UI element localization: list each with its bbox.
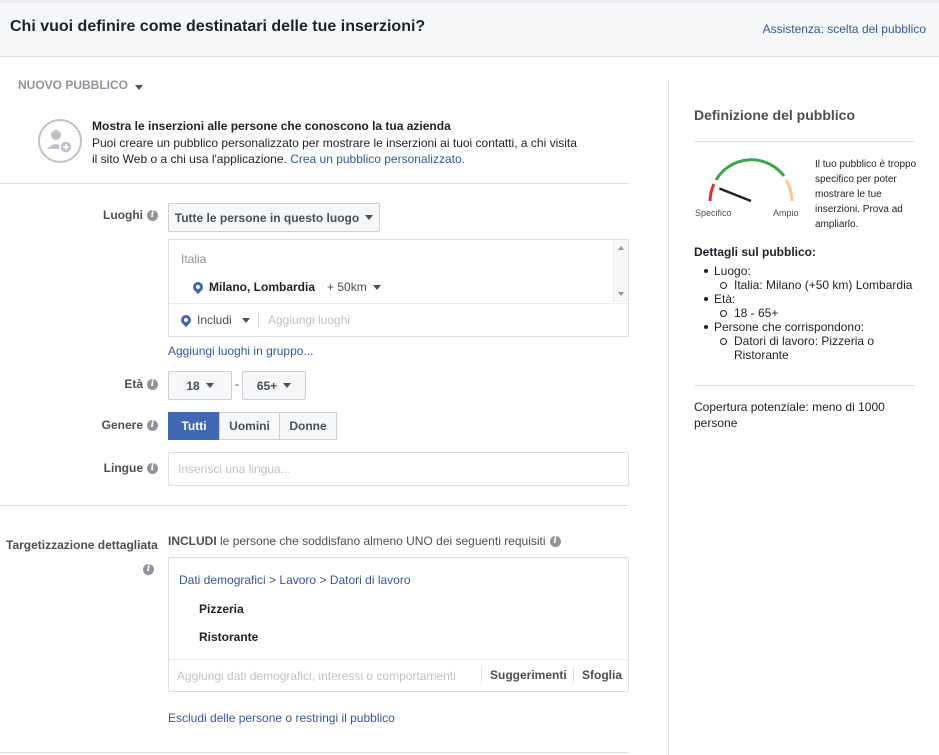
locations-type-value: Tutte le persone in questo luogo xyxy=(174,210,360,225)
breadcrumb-separator: > xyxy=(319,573,327,587)
age-label-text: Età xyxy=(124,377,143,391)
detail-location-value: Italia: Milano (+50 km) Lombardia xyxy=(704,278,914,292)
gender-label-text: Genere xyxy=(101,418,143,432)
age-min-dropdown[interactable]: 18 xyxy=(168,371,232,400)
breadcrumb-demographics[interactable]: Dati demografici xyxy=(179,573,266,587)
audience-selector[interactable]: NUOVO PUBBLICO xyxy=(18,78,128,92)
narrow-audience-link[interactable]: restringi il pubblico xyxy=(295,711,394,725)
breadcrumb-employers[interactable]: Datori di lavoro xyxy=(330,573,411,587)
column-divider xyxy=(668,80,669,755)
potential-reach: Copertura potenziale: meno di 1000 perso… xyxy=(694,400,885,430)
detailed-targeting-label: Targetizzazione dettagliata xyxy=(6,538,158,552)
detail-age: Età: xyxy=(704,292,914,306)
scrollbar[interactable] xyxy=(613,240,628,302)
include-criteria-text: INCLUDI le persone che soddisfano almeno… xyxy=(168,534,561,548)
chevron-down-icon xyxy=(365,215,374,220)
divider xyxy=(169,659,628,660)
age-max-dropdown[interactable]: 65+ xyxy=(242,371,306,400)
browse-button[interactable]: Sfoglia xyxy=(582,668,622,682)
gauge-needle xyxy=(718,187,752,203)
chevron-down-icon xyxy=(283,383,292,388)
location-pin-icon xyxy=(190,279,206,295)
gauge-description: Il tuo pubblico è troppo specifico per p… xyxy=(815,159,917,230)
custom-audience-text: Puoi creare un pubblico personalizzato p… xyxy=(92,135,602,167)
page-title: Chi vuoi definire come destinatari delle… xyxy=(10,18,426,35)
divider xyxy=(0,505,629,506)
gender-option-women[interactable]: Donne xyxy=(279,412,337,440)
info-icon[interactable]: i xyxy=(143,564,154,575)
exclude-people-link[interactable]: Escludi delle persone xyxy=(168,711,282,725)
breadcrumb-separator: > xyxy=(269,573,277,587)
divider xyxy=(694,385,915,386)
age-max-value: 65+ xyxy=(256,378,278,393)
info-icon[interactable]: i xyxy=(147,420,158,432)
detail-matching-value: Datori di lavoro: Pizzeria o Ristorante xyxy=(704,334,914,362)
targeting-search-input[interactable]: Aggiungi dati demografici, interessi o c… xyxy=(177,669,456,683)
age-label: Età i xyxy=(60,377,158,391)
divider xyxy=(0,183,629,184)
gauge-left-label: Specifico xyxy=(695,208,732,218)
sidebar-title: Definizione del pubblico xyxy=(694,107,855,123)
custom-audience-icon xyxy=(38,119,82,163)
details-title: Dettagli sul pubblico: xyxy=(694,245,816,259)
detail-location: Luogo: xyxy=(704,264,914,278)
scroll-down-icon[interactable] xyxy=(618,292,624,296)
language-placeholder: Inserisci una lingua... xyxy=(178,462,291,476)
info-icon[interactable]: i xyxy=(147,210,158,222)
targeting-breadcrumb: Dati demografici > Lavoro > Datori di la… xyxy=(179,573,411,587)
custom-audience-body-1: Puoi creare un pubblico personalizzato p… xyxy=(92,136,577,150)
gender-label: Genere i xyxy=(60,418,158,432)
targeting-item[interactable]: Ristorante xyxy=(199,630,258,644)
chevron-down-icon xyxy=(241,317,250,323)
chevron-down-icon xyxy=(205,383,214,388)
detail-matching: Persone che corrispondono: xyxy=(704,320,914,334)
gauge-right-label: Ampio xyxy=(773,208,799,218)
separator xyxy=(573,667,574,683)
suggestions-button[interactable]: Suggerimenti xyxy=(490,668,567,682)
divider xyxy=(0,752,629,753)
bulk-locations-link[interactable]: Aggiungi luoghi in gruppo... xyxy=(168,344,313,358)
divider xyxy=(169,303,628,304)
detail-age-value: 18 - 65+ xyxy=(704,306,914,320)
audience-details-list: Luogo: Italia: Milano (+50 km) Lombardia… xyxy=(704,264,914,362)
country-label: Italia xyxy=(181,252,207,266)
info-icon[interactable]: i xyxy=(147,463,158,475)
age-min-value: 18 xyxy=(186,378,200,393)
gender-option-men[interactable]: Uomini xyxy=(219,412,280,440)
radius-dropdown[interactable]: + 50km xyxy=(327,280,367,294)
gender-option-all[interactable]: Tutti xyxy=(168,412,220,440)
create-custom-audience-link[interactable]: Crea un pubblico personalizzato. xyxy=(290,152,465,166)
age-separator: - xyxy=(235,377,239,391)
chevron-down-icon[interactable] xyxy=(372,284,381,290)
chevron-down-icon[interactable] xyxy=(135,85,143,90)
include-dropdown[interactable]: Includi xyxy=(178,312,250,328)
locations-type-dropdown[interactable]: Tutte le persone in questo luogo xyxy=(168,203,380,232)
languages-label-text: Lingue xyxy=(103,461,143,475)
divider xyxy=(694,141,915,142)
custom-audience-body-2: il sito Web o a chi usa l'applicazione. xyxy=(92,152,287,166)
exclude-narrow-links: Escludi delle persone o restringi il pub… xyxy=(168,711,395,725)
separator xyxy=(258,312,259,328)
breadcrumb-work[interactable]: Lavoro xyxy=(279,573,316,587)
locations-label-text: Luoghi xyxy=(103,208,143,222)
languages-label: Lingue i xyxy=(60,461,158,475)
scroll-up-icon[interactable] xyxy=(618,246,624,250)
location-city: Milano, Lombardia xyxy=(209,280,316,294)
custom-audience-heading: Mostra le inserzioni alle persone che co… xyxy=(92,119,451,133)
include-description: le persone che soddisfano almeno UNO dei… xyxy=(220,534,546,548)
include-label: Includi xyxy=(197,313,232,327)
or-text: o xyxy=(285,711,293,725)
language-input[interactable]: Inserisci una lingua... xyxy=(168,452,629,486)
help-link[interactable]: Assistenza: scelta del pubblico xyxy=(763,22,926,36)
add-location-input[interactable]: Aggiungi luoghi xyxy=(268,313,350,327)
info-icon[interactable]: i xyxy=(549,536,561,548)
targeting-item[interactable]: Pizzeria xyxy=(199,602,244,616)
locations-label: Luoghi i xyxy=(60,208,158,222)
separator xyxy=(481,667,482,683)
location-pin-icon xyxy=(178,312,194,328)
include-prefix: INCLUDI xyxy=(168,534,217,548)
info-icon[interactable]: i xyxy=(147,379,158,391)
audience-gauge xyxy=(696,154,806,210)
location-item[interactable]: Milano, Lombardia + 50km xyxy=(190,279,381,295)
